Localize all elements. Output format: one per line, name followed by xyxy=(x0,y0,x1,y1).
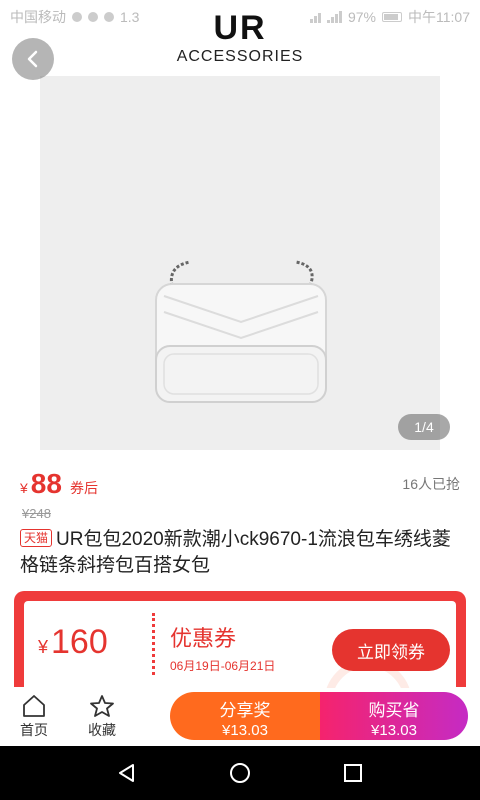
bottom-action-bar: 首页 收藏 分享奖 ¥13.03 购买省 ¥13.03 xyxy=(0,688,480,746)
buy-value: ¥13.03 xyxy=(371,722,417,739)
wifi-icon xyxy=(309,11,321,23)
product-title-text: UR包包2020新款潮小ck9670-1流浪包车绣线菱格链条斜挎包百搭女包 xyxy=(20,529,451,576)
triangle-back-icon xyxy=(118,764,134,782)
coupon-divider xyxy=(152,613,155,675)
claim-coupon-button[interactable]: 立即领券 xyxy=(332,629,450,671)
share-reward-button[interactable]: 分享奖 ¥13.03 xyxy=(170,692,320,740)
price-row: ¥ 88 券后 16人已抢 xyxy=(20,464,460,504)
notification-icon xyxy=(88,12,98,22)
sold-count: 16人已抢 xyxy=(402,476,460,492)
status-bar: 中国移动 1.3 97% 中午11:07 xyxy=(0,0,480,34)
coupon-card: ¥ 160 优惠券 06月19日-06月21日 立即领券 xyxy=(14,591,466,747)
coupon-name: 优惠券 xyxy=(170,626,237,651)
star-icon xyxy=(90,695,114,717)
brand-subtitle: ACCESSORIES xyxy=(176,48,304,65)
system-navigation-bar xyxy=(0,746,480,800)
buy-title: 购买省 xyxy=(368,701,420,720)
tmall-badge: 天猫 xyxy=(20,529,53,547)
favorite-label: 收藏 xyxy=(88,722,116,738)
battery-icon xyxy=(382,12,402,22)
product-gallery[interactable]: 1/4 xyxy=(0,0,480,462)
price-value: 88 xyxy=(30,468,62,499)
gallery-pager: 1/4 xyxy=(398,414,450,440)
buy-save-button[interactable]: 购买省 ¥13.03 xyxy=(320,692,468,740)
circle-home-icon xyxy=(229,763,250,783)
network-speed: 1.3 xyxy=(120,9,140,25)
coupon-ticket: ¥ 160 优惠券 06月19日-06月21日 立即领券 xyxy=(24,601,456,747)
system-home-button[interactable] xyxy=(220,753,260,793)
share-title: 分享奖 xyxy=(219,701,271,720)
notification-icon xyxy=(104,12,114,22)
currency-symbol: ¥ xyxy=(20,480,28,496)
system-back-button[interactable] xyxy=(107,753,147,793)
original-price: ¥248 xyxy=(22,506,51,521)
carrier-label: 中国移动 xyxy=(10,9,66,25)
signal-icon xyxy=(326,11,342,23)
coupon-price: ¥ 88 券后 xyxy=(20,468,98,500)
price-tag: 券后 xyxy=(69,480,98,496)
product-image[interactable] xyxy=(40,76,440,450)
bag-image xyxy=(155,260,327,403)
home-label: 首页 xyxy=(20,722,48,738)
clock: 中午11:07 xyxy=(408,9,470,25)
square-recents-icon xyxy=(344,764,363,782)
coupon-value: 160 xyxy=(51,623,108,661)
currency-symbol: ¥ xyxy=(38,637,49,657)
coupon-amount: ¥ 160 xyxy=(38,623,108,662)
product-title: 天猫 UR包包2020新款潮小ck9670-1流浪包车绣线菱格链条斜挎包百搭女包 xyxy=(20,527,466,579)
home-tab[interactable]: 首页 xyxy=(0,694,68,740)
favorite-tab[interactable]: 收藏 xyxy=(68,694,136,740)
notification-icon xyxy=(72,12,82,22)
coupon-date-range: 06月19日-06月21日 xyxy=(170,659,276,673)
home-icon xyxy=(23,695,45,717)
system-recents-button[interactable] xyxy=(333,753,373,793)
back-button[interactable] xyxy=(12,38,54,80)
chevron-left-icon xyxy=(27,50,38,68)
share-value: ¥13.03 xyxy=(222,722,268,739)
battery-percent: 97% xyxy=(347,9,376,25)
